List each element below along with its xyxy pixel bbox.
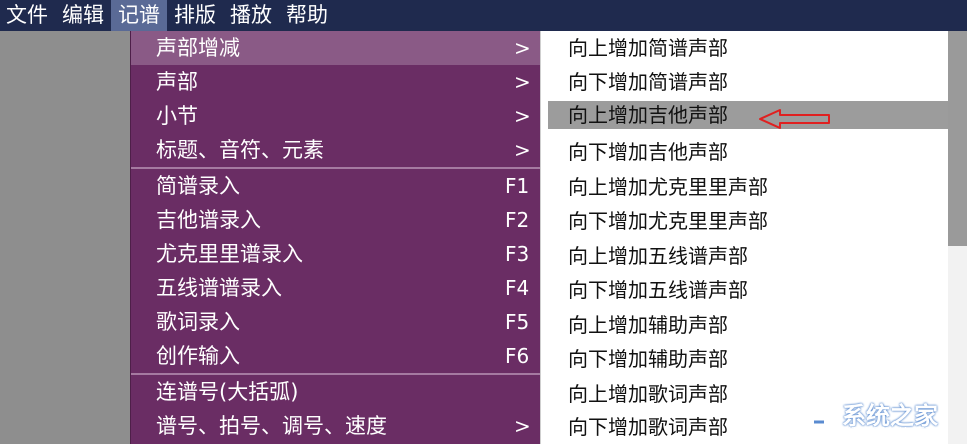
menu-item-voice-add-remove[interactable]: 声部增减 > bbox=[131, 31, 540, 65]
submenu-item-add-auxiliary-above[interactable]: 向上增加辅助声部 bbox=[541, 308, 948, 342]
submenu-item-label: 向下增加歌词声部 bbox=[568, 415, 728, 439]
menu-bar: 文件 编辑 记谱 排版 播放 帮助 bbox=[0, 0, 967, 31]
submenu-item-label: 向上增加辅助声部 bbox=[568, 313, 728, 337]
menu-edit[interactable]: 编辑 bbox=[55, 0, 111, 31]
submenu-item-label: 向下增加尤克里里声部 bbox=[568, 209, 768, 233]
submenu-item-add-ukulele-below[interactable]: 向下增加尤克里里声部 bbox=[541, 204, 948, 238]
shortcut-label: F4 bbox=[505, 276, 530, 300]
menu-item-label: 声部 bbox=[156, 70, 198, 94]
submenu-item-label: 向下增加辅助声部 bbox=[568, 347, 728, 371]
shortcut-label: F2 bbox=[505, 208, 530, 232]
annotation-arrow-icon bbox=[759, 109, 830, 129]
chevron-right-icon: > bbox=[514, 414, 531, 438]
menu-item-guitar-input[interactable]: 吉他谱录入 F2 bbox=[131, 203, 540, 237]
submenu-item-label: 向上增加吉他声部 bbox=[568, 103, 728, 127]
menu-item-staff-input[interactable]: 五线谱谱录入 F4 bbox=[131, 271, 540, 305]
chevron-right-icon: > bbox=[514, 70, 531, 94]
watermark: 系统之家 XITONGZHIJIA.NET bbox=[790, 392, 967, 444]
menu-play[interactable]: 播放 bbox=[223, 0, 279, 31]
submenu-item-label: 向下增加简谱声部 bbox=[568, 70, 728, 94]
submenu-item-add-ukulele-above[interactable]: 向上增加尤克里里声部 bbox=[541, 170, 948, 204]
submenu-item-label: 向上增加简谱声部 bbox=[568, 36, 728, 60]
menu-layout[interactable]: 排版 bbox=[167, 0, 223, 31]
chevron-right-icon: > bbox=[514, 138, 531, 162]
menu-item-label: 歌词录入 bbox=[156, 310, 240, 334]
menu-item-ukulele-input[interactable]: 尤克里里谱录入 F3 bbox=[131, 237, 540, 271]
menu-item-clef-time-key-tempo[interactable]: 谱号、拍号、调号、速度 > bbox=[131, 409, 540, 443]
menu-item-label: 创作输入 bbox=[156, 344, 240, 368]
menu-item-title-notes-elements[interactable]: 标题、音符、元素 > bbox=[131, 133, 540, 167]
submenu-item-add-staff-below[interactable]: 向下增加五线谱声部 bbox=[541, 273, 948, 307]
shortcut-label: F1 bbox=[505, 174, 530, 198]
menu-item-label: 标题、音符、元素 bbox=[156, 138, 324, 162]
menu-item-label: 五线谱谱录入 bbox=[156, 276, 282, 300]
score-menu: 声部增减 > 声部 > 小节 > 标题、音符、元素 > 简谱录入 F1 吉他谱录… bbox=[130, 31, 540, 444]
submenu-item-add-guitar-above[interactable]: 向上增加吉他声部 bbox=[548, 101, 948, 129]
voice-submenu: 向上增加简谱声部 向下增加简谱声部 向上增加吉他声部 向下增加吉他声部 向上增加… bbox=[540, 31, 948, 444]
chevron-right-icon: > bbox=[514, 104, 531, 128]
chevron-right-icon: > bbox=[514, 36, 531, 60]
submenu-item-label: 向上增加尤克里里声部 bbox=[568, 175, 768, 199]
house-logo-icon bbox=[800, 401, 836, 432]
submenu-item-label: 向下增加吉他声部 bbox=[568, 140, 728, 164]
shortcut-label: F5 bbox=[505, 310, 530, 334]
menu-item-label: 吉他谱录入 bbox=[156, 208, 261, 232]
submenu-item-add-guitar-below[interactable]: 向下增加吉他声部 bbox=[541, 135, 948, 169]
shortcut-label: F3 bbox=[505, 242, 530, 266]
menu-item-creative-input[interactable]: 创作输入 F6 bbox=[131, 339, 540, 373]
submenu-item-label: 向上增加五线谱声部 bbox=[568, 244, 748, 268]
menu-score[interactable]: 记谱 bbox=[111, 0, 167, 31]
menu-help[interactable]: 帮助 bbox=[279, 0, 335, 31]
submenu-item-add-numbered-above[interactable]: 向上增加简谱声部 bbox=[541, 31, 948, 65]
menu-item-lyrics-input[interactable]: 歌词录入 F5 bbox=[131, 305, 540, 339]
menu-file[interactable]: 文件 bbox=[0, 0, 55, 31]
menu-item-label: 简谱录入 bbox=[156, 174, 240, 198]
menu-item-label: 谱号、拍号、调号、速度 bbox=[156, 414, 387, 438]
menu-item-label: 声部增减 bbox=[156, 36, 240, 60]
submenu-item-add-numbered-below[interactable]: 向下增加简谱声部 bbox=[541, 65, 948, 99]
workspace-background-right-top bbox=[948, 31, 967, 246]
menu-item-numbered-input[interactable]: 简谱录入 F1 bbox=[131, 169, 540, 203]
workspace-background bbox=[0, 31, 130, 444]
menu-item-brace[interactable]: 连谱号(大括弧) bbox=[131, 375, 540, 409]
shortcut-label: F6 bbox=[505, 344, 530, 368]
menu-item-measure[interactable]: 小节 > bbox=[131, 99, 540, 133]
submenu-item-label: 向上增加歌词声部 bbox=[568, 382, 728, 406]
watermark-subtext: XITONGZHIJIA.NET bbox=[842, 426, 932, 435]
menu-item-label: 小节 bbox=[156, 104, 198, 128]
submenu-item-label: 向下增加五线谱声部 bbox=[568, 278, 748, 302]
menu-item-voice[interactable]: 声部 > bbox=[131, 65, 540, 99]
submenu-item-add-staff-above[interactable]: 向上增加五线谱声部 bbox=[541, 239, 948, 273]
submenu-item-add-auxiliary-below[interactable]: 向下增加辅助声部 bbox=[541, 342, 948, 376]
menu-item-label: 连谱号(大括弧) bbox=[156, 380, 299, 404]
menu-item-label: 尤克里里谱录入 bbox=[156, 242, 303, 266]
